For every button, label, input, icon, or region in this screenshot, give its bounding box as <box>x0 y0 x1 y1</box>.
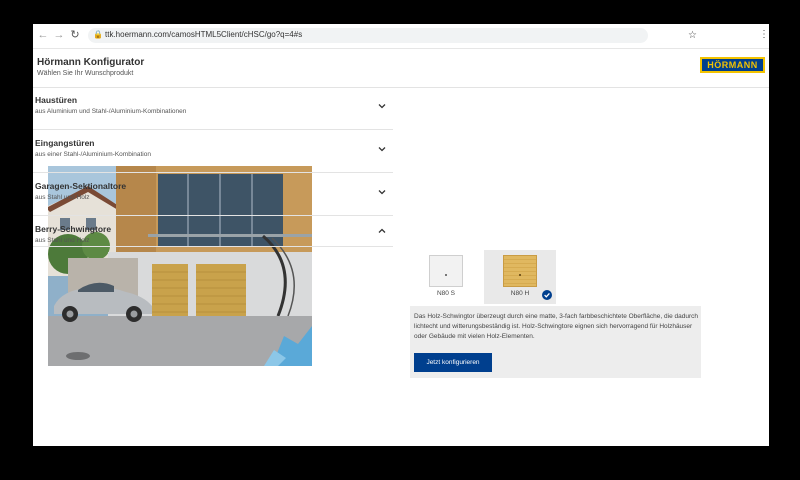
forward-arrow-icon[interactable]: → <box>53 29 65 41</box>
selected-check-icon <box>542 290 552 300</box>
bookmark-star-icon[interactable]: ☆ <box>688 30 697 41</box>
door-swatch-wood <box>503 255 537 287</box>
accordion-garagen-sektionaltore[interactable]: Garagen-Sektionaltore aus Stahl und Holz <box>33 173 393 216</box>
accordion-eingangstueren[interactable]: Eingangstüren aus einer Stahl-/Aluminium… <box>33 130 393 173</box>
chevron-down-icon[interactable] <box>377 144 387 154</box>
browser-menu-icon[interactable]: ⋮ <box>759 29 769 40</box>
browser-window: ← → ↻ 🔒 ttk.hoermann.com/camosHTML5Clien… <box>33 24 769 446</box>
accordion-title: Berry-Schwingtore <box>35 224 112 234</box>
app-header: Hörmann Konfigurator Wählen Sie Ihr Wuns… <box>33 49 769 88</box>
chevron-down-icon[interactable] <box>377 101 387 111</box>
accordion-berry-schwingtore[interactable]: Berry-Schwingtore aus Stahl und Holz <box>33 216 393 247</box>
url-text: ttk.hoermann.com/camosHTML5Client/cHSC/g… <box>105 30 303 39</box>
accordion-haustueren[interactable]: Haustüren aus Aluminium und Stahl-/Alumi… <box>33 87 393 130</box>
door-swatch-steel <box>429 255 463 287</box>
accordion-title: Eingangstüren <box>35 138 95 148</box>
product-tile-n80h[interactable]: N80 H <box>484 250 556 304</box>
product-description-panel: Das Holz-Schwingtor überzeugt durch eine… <box>410 306 701 378</box>
accordion-subtitle: aus Stahl und Holz <box>35 237 90 244</box>
configure-now-button[interactable]: Jetzt konfigurieren <box>414 353 492 372</box>
accordion-subtitle: aus einer Stahl-/Aluminium-Kombination <box>35 151 151 158</box>
back-arrow-icon[interactable]: ← <box>37 29 49 41</box>
lock-icon: 🔒 <box>93 30 103 39</box>
accordion-subtitle: aus Stahl und Holz <box>35 194 90 201</box>
browser-toolbar: ← → ↻ 🔒 ttk.hoermann.com/camosHTML5Clien… <box>33 24 769 49</box>
accordion-title: Garagen-Sektionaltore <box>35 181 127 191</box>
address-bar[interactable]: 🔒 ttk.hoermann.com/camosHTML5Client/cHSC… <box>88 28 697 43</box>
accordion-subtitle: aus Aluminium und Stahl-/Aluminium-Kombi… <box>35 108 187 115</box>
reload-icon[interactable]: ↻ <box>69 29 81 41</box>
product-tile-n80s[interactable]: N80 S <box>410 250 482 304</box>
product-label: N80 S <box>436 290 456 297</box>
product-description: Das Holz-Schwingtor überzeugt durch eine… <box>414 313 698 340</box>
app-title: Hörmann Konfigurator <box>37 57 145 68</box>
accordion-title: Haustüren <box>35 95 78 105</box>
chevron-up-icon[interactable] <box>377 226 387 236</box>
hoermann-logo[interactable]: HÖRMANN <box>700 57 765 73</box>
chevron-down-icon[interactable] <box>377 187 387 197</box>
app-subtitle: Wählen Sie Ihr Wunschprodukt <box>37 70 134 77</box>
